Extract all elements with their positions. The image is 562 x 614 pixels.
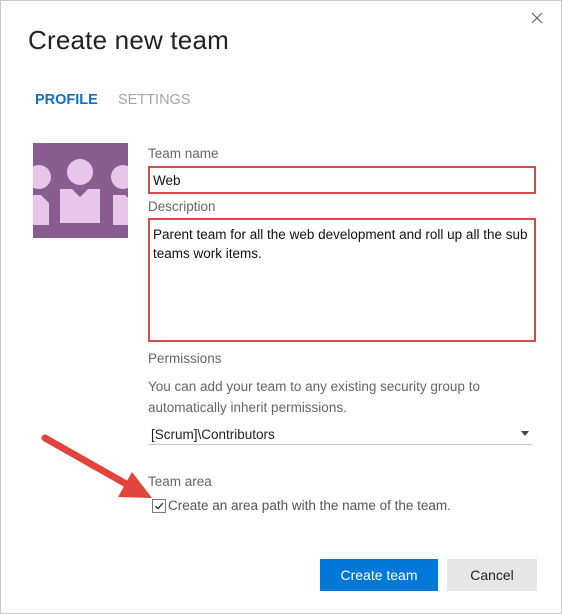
close-icon — [531, 12, 543, 24]
chevron-down-icon — [521, 431, 529, 436]
team-avatar-icon — [33, 159, 128, 225]
cancel-button[interactable]: Cancel — [447, 559, 537, 591]
create-team-button[interactable]: Create team — [320, 559, 438, 591]
team-avatar[interactable] — [33, 143, 128, 238]
create-area-path-label[interactable]: Create an area path with the name of the… — [168, 498, 451, 513]
dialog-title: Create new team — [28, 25, 229, 55]
tab-settings[interactable]: SETTINGS — [118, 92, 191, 108]
team-name-input[interactable] — [148, 166, 536, 194]
team-area-label: Team area — [148, 474, 212, 489]
permissions-help-text: You can add your team to any existing se… — [148, 379, 480, 415]
create-team-dialog: Create new team PROFILE SETTINGS Team na… — [0, 0, 562, 614]
security-group-select[interactable]: [Scrum]\Contributors — [148, 424, 532, 445]
permissions-label: Permissions — [148, 351, 222, 366]
checkmark-icon — [155, 502, 164, 510]
description-label: Description — [148, 199, 216, 214]
create-area-path-checkbox[interactable] — [152, 499, 166, 513]
team-name-label: Team name — [148, 146, 219, 161]
tab-profile[interactable]: PROFILE — [35, 92, 98, 108]
security-group-value: [Scrum]\Contributors — [151, 427, 275, 442]
close-button[interactable] — [527, 8, 547, 28]
description-textarea[interactable]: Parent team for all the web development … — [148, 218, 536, 342]
